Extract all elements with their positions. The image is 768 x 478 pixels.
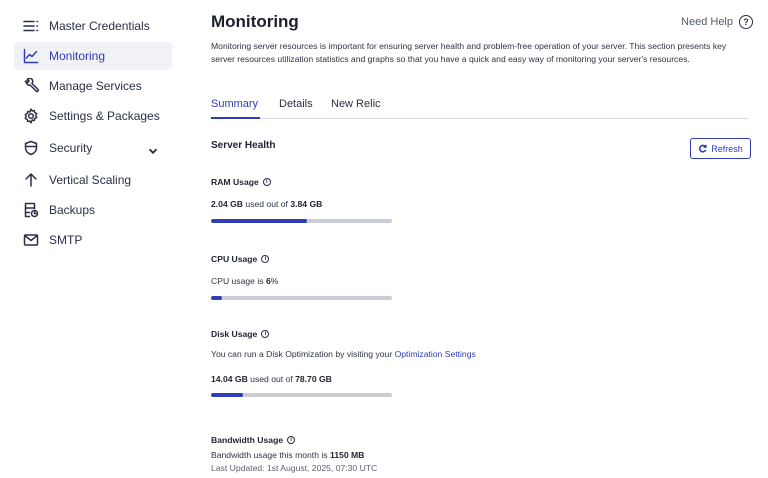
disk-usage-text: 14.04 GB used out of 78.70 GB [211, 374, 332, 384]
disk-usage-bar [211, 393, 392, 397]
page-title: Monitoring [211, 12, 299, 31]
cpu-usage-label: CPU Usage i [211, 254, 270, 264]
sidebar-item-label: Monitoring [49, 49, 106, 63]
cpu-usage-prefix: CPU usage is [211, 276, 266, 286]
ram-usage-label-text: RAM Usage [211, 177, 259, 187]
disk-usage-bar-fill [211, 393, 244, 397]
arrow-up-icon [22, 171, 40, 189]
wrench-icon [22, 77, 40, 95]
sidebar-item-label: Security [49, 141, 93, 155]
info-icon[interactable]: i [261, 255, 270, 263]
sidebar-item-settings-packages[interactable]: Settings & Packages [14, 102, 172, 130]
refresh-label: Refresh [711, 143, 743, 154]
sidebar-item-vertical-scaling[interactable]: Vertical Scaling [14, 166, 172, 194]
line-chart-icon [22, 47, 40, 65]
need-help-link[interactable]: Need Help ? [681, 15, 753, 29]
sidebar-item-label: SMTP [49, 233, 83, 247]
ram-usage-bar [211, 219, 392, 223]
cpu-usage-text: CPU usage is 6% [211, 276, 278, 286]
info-icon[interactable]: i [287, 436, 296, 444]
cpu-usage-bar [211, 296, 392, 300]
disk-used-value: 14.04 GB [211, 374, 248, 384]
list-lines-icon [22, 17, 40, 35]
bandwidth-prefix: Bandwidth usage this month is [211, 450, 330, 460]
question-circle-icon: ? [739, 15, 753, 29]
bandwidth-usage-label-text: Bandwidth Usage [211, 435, 284, 445]
sidebar-item-label: Master Credentials [49, 19, 150, 33]
cpu-usage-label-text: CPU Usage [211, 254, 258, 264]
mail-icon [22, 231, 40, 249]
ram-total-value: 3.84 GB [290, 199, 323, 209]
last-updated-text: Last Updated: 1st August, 2025, 07:30 UT… [211, 463, 378, 473]
backup-icon [22, 201, 40, 219]
bandwidth-usage-label: Bandwidth Usage i [211, 435, 296, 445]
page-description: Monitoring server resources is important… [211, 41, 727, 64]
sidebar-item-security[interactable]: Security [14, 134, 172, 162]
refresh-button[interactable]: Refresh [690, 138, 751, 159]
ram-used-value: 2.04 GB [211, 199, 244, 209]
sidebar-item-smtp[interactable]: SMTP [14, 226, 172, 254]
sidebar-item-label: Backups [49, 203, 96, 217]
ram-used-connector: used out of [243, 199, 291, 209]
sidebar-item-label: Vertical Scaling [49, 173, 132, 187]
shield-icon [22, 139, 40, 157]
sidebar-item-master-credentials[interactable]: Master Credentials [14, 12, 172, 40]
chevron-down-icon[interactable] [148, 143, 158, 155]
disk-optimization-hint: You can run a Disk Optimization by visit… [211, 349, 476, 359]
disk-used-connector: used out of [247, 374, 296, 384]
bandwidth-value: 1150 MB [329, 450, 365, 460]
gear-icon [22, 107, 40, 125]
tab-bar: Summary Details New Relic [211, 98, 749, 119]
cpu-usage-suffix: % [270, 276, 279, 286]
ram-usage-label: RAM Usage i [211, 177, 271, 187]
need-help-label: Need Help [681, 16, 733, 28]
disk-total-value: 78.70 GB [295, 374, 332, 384]
tab-new-relic[interactable]: New Relic [331, 98, 381, 119]
info-icon[interactable]: i [262, 178, 271, 186]
sidebar-item-monitoring[interactable]: Monitoring [14, 42, 172, 70]
sidebar-item-manage-services[interactable]: Manage Services [14, 72, 172, 100]
tab-summary[interactable]: Summary [211, 98, 260, 119]
disk-usage-label: Disk Usage i [211, 329, 270, 339]
sidebar-item-label: Manage Services [49, 79, 142, 93]
ram-usage-text: 2.04 GB used out of 3.84 GB [211, 199, 322, 209]
refresh-icon [699, 144, 707, 153]
sidebar-item-label: Settings & Packages [49, 109, 160, 123]
ram-usage-bar-fill [211, 219, 308, 223]
disk-usage-label-text: Disk Usage [211, 329, 258, 339]
sidebar-item-backups[interactable]: Backups [14, 196, 172, 224]
server-health-title: Server Health [211, 140, 276, 151]
optimization-settings-link[interactable]: Optimization Settings [395, 349, 476, 359]
cpu-usage-bar-fill [211, 296, 222, 300]
bandwidth-usage-text: Bandwidth usage this month is 1150 MB [211, 450, 364, 460]
tab-details[interactable]: Details [279, 98, 313, 119]
info-icon[interactable]: i [261, 330, 270, 338]
disk-hint-text: You can run a Disk Optimization by visit… [211, 349, 395, 359]
